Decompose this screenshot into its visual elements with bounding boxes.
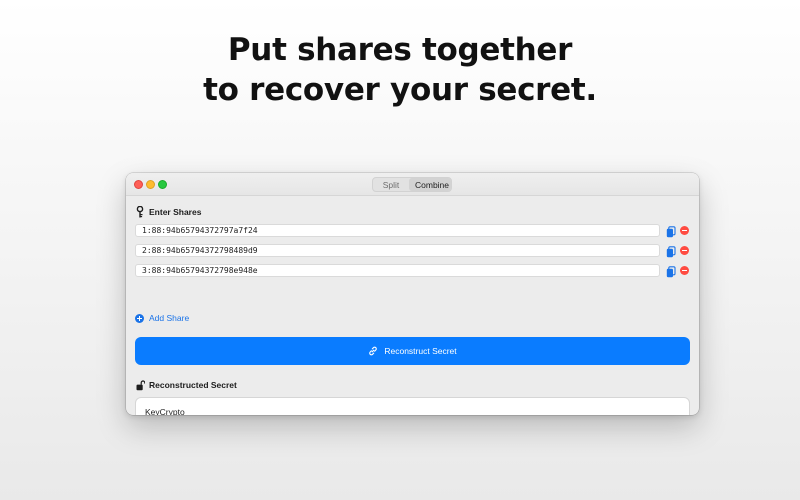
key-icon xyxy=(135,206,145,218)
remove-share-button[interactable] xyxy=(680,226,689,235)
plus-circle-icon xyxy=(135,313,144,323)
share-input[interactable]: 1:88:94b65794372797a7f24 xyxy=(135,224,660,237)
title-bar: Split Combine xyxy=(126,173,699,196)
headline-line-1: Put shares together xyxy=(227,32,573,68)
zoom-window-button[interactable] xyxy=(158,180,167,189)
headline-line-2: to recover your secret. xyxy=(203,72,597,108)
share-row: 1:88:94b65794372797a7f24 xyxy=(135,224,690,238)
window-content: Enter Shares 1:88:94b65794372797a7f24 2:… xyxy=(126,197,699,415)
unlock-icon xyxy=(135,379,145,391)
add-share-label: Add Share xyxy=(149,313,190,323)
minimize-window-button[interactable] xyxy=(146,180,155,189)
reconstruct-secret-button[interactable]: Reconstruct Secret xyxy=(135,337,690,365)
reconstructed-secret-output[interactable]: KeyCrypto xyxy=(135,397,690,415)
remove-share-button[interactable] xyxy=(680,266,689,275)
share-input[interactable]: 3:88:94b65794372798e948e xyxy=(135,264,660,277)
app-window: Split Combine Enter Shares 1:88:94b65794… xyxy=(126,173,699,415)
share-row: 3:88:94b65794372798e948e xyxy=(135,264,690,278)
copy-icon[interactable] xyxy=(666,265,676,278)
remove-share-button[interactable] xyxy=(680,246,689,255)
link-icon xyxy=(368,346,378,356)
reconstructed-secret-heading: Reconstructed Secret xyxy=(135,379,237,391)
close-window-button[interactable] xyxy=(134,180,143,189)
copy-icon[interactable] xyxy=(666,225,676,238)
copy-icon[interactable] xyxy=(666,245,676,258)
share-row: 2:88:94b65794372798489d9 xyxy=(135,244,690,258)
share-input[interactable]: 2:88:94b65794372798489d9 xyxy=(135,244,660,257)
reconstruct-secret-label: Reconstruct Secret xyxy=(384,346,457,356)
mode-segmented-control: Split Combine xyxy=(372,177,452,192)
enter-shares-title: Enter Shares xyxy=(149,207,202,217)
add-share-button[interactable]: Add Share xyxy=(135,313,189,323)
tab-combine[interactable]: Combine xyxy=(409,178,451,191)
enter-shares-heading: Enter Shares xyxy=(135,206,201,218)
reconstructed-secret-title: Reconstructed Secret xyxy=(149,380,237,390)
tab-split[interactable]: Split xyxy=(373,178,409,191)
headline: Put shares together to recover your secr… xyxy=(0,30,800,110)
